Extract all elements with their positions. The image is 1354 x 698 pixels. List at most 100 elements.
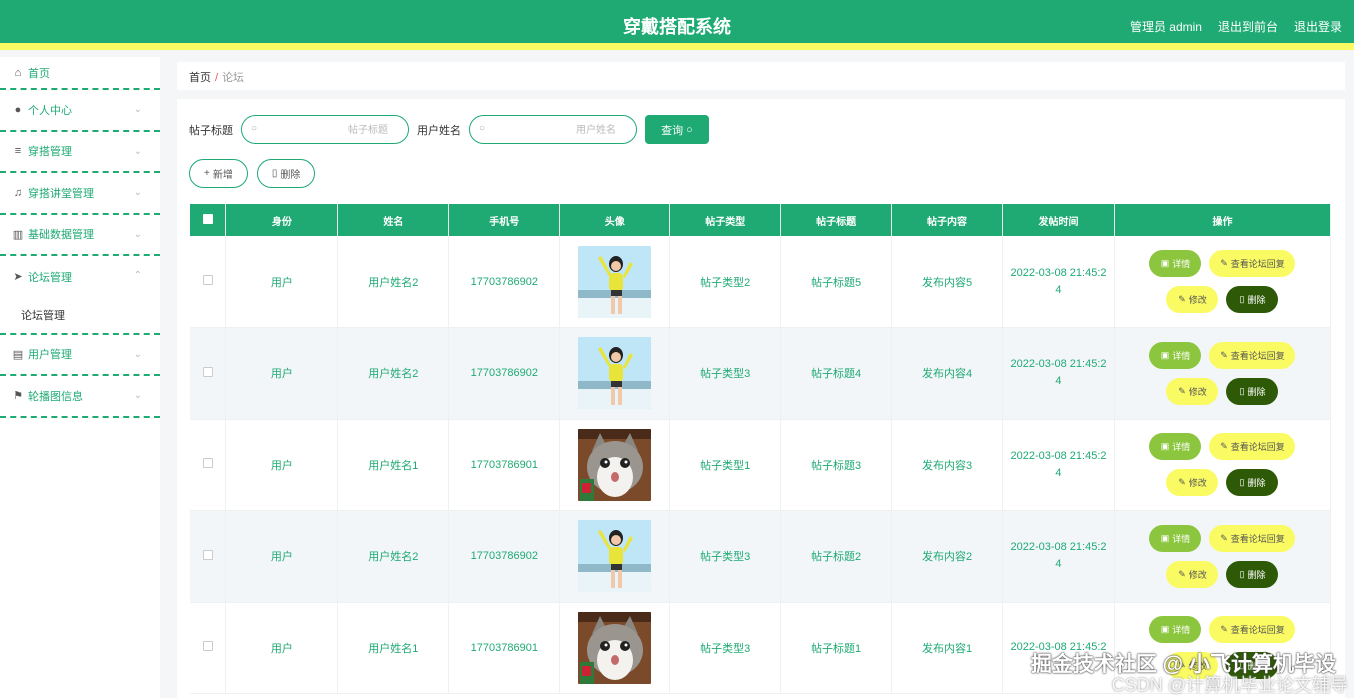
sidebar-item-outfit-lecture[interactable]: ♫ 穿搭讲堂管理 ⌄ [0,173,160,215]
view-reply-button[interactable]: ✎ 查看论坛回复 [1209,250,1296,277]
time-line-2: 4 [1055,558,1062,571]
cell-phone: 17703786902 [448,236,561,328]
breadcrumb: 首页 / 论坛 [177,62,1345,90]
girl-avatar-image[interactable] [578,245,652,318]
cat-avatar-image[interactable] [578,611,652,684]
row-checkbox-cell[interactable] [190,236,227,328]
detail-button[interactable]: ▣ 详情 [1149,433,1202,461]
name-search-input[interactable] [492,120,616,140]
girl-avatar-image[interactable] [578,520,652,593]
edit-button[interactable]: ✎ 修改 [1166,286,1219,313]
detail-button-label: 详情 [1172,625,1191,636]
row-checkbox[interactable] [202,641,213,652]
submenu-item-forum[interactable]: 论坛管理 [0,297,160,335]
home-icon: ⌂ [14,66,22,79]
row-checkbox[interactable] [202,275,213,285]
title-search-label: 帖子标题 [189,124,233,137]
cell-role: 用户 [225,602,339,694]
row-checkbox-cell[interactable] [190,602,227,694]
select-all-checkbox[interactable] [202,213,213,224]
cell-name: 用户姓名2 [337,327,450,420]
view-reply-button[interactable]: ✎ 查看论坛回复 [1209,433,1296,461]
delete-button[interactable]: ▯ 删除 [1226,560,1279,588]
cell-avatar [559,419,671,511]
cell-post-type: 帖子类型3 [669,602,782,694]
cell-post-content: 发布内容3 [891,419,1004,511]
cell-operations: ▣ 详情 ✎ 查看论坛回复 ✎ 修改 ▯ 删除 [1114,327,1332,420]
edit-button[interactable]: ✎ 修改 [1166,560,1219,588]
cell-post-content: 发布内容2 [891,510,1004,603]
logout-link[interactable]: 退出登录 [1294,18,1342,35]
exit-to-front-link[interactable]: 退出到前台 [1218,18,1278,35]
detail-button[interactable]: ▣ 详情 [1149,524,1202,552]
doc-icon: ▣ [1160,624,1170,635]
sidebar-item-label: 首页 [28,67,50,80]
table-header-row: 身份 姓名 手机号 头像 帖子类型 帖子标题 帖子内容 发帖时间 操作 [190,204,1332,236]
pencil-icon: ✎ [1220,532,1228,543]
detail-button-label: 详情 [1172,350,1191,361]
time-line-1: 2022-03-08 21:45:2 [1010,358,1107,371]
search-bar: 帖子标题 ○ 用户姓名 ○ 查询 ○ [189,115,709,144]
delete-button[interactable]: ▯ 删除 [1226,286,1279,313]
column-header-post-type: 帖子类型 [669,204,782,236]
sidebar-item-home[interactable]: ⌂ 首页 [0,57,160,90]
trash-icon: ▯ [1239,568,1245,579]
chevron-up-icon: ⌃ [133,270,142,281]
delete-button-label: 删除 [280,170,301,181]
batch-delete-button[interactable]: ▯ 删除 [256,159,316,188]
delete-button[interactable]: ▯ 删除 [1226,469,1279,497]
cell-operations: ▣ 详情 ✎ 查看论坛回复 ✎ 修改 ▯ 删除 [1114,236,1332,328]
view-reply-button[interactable]: ✎ 查看论坛回复 [1209,524,1296,552]
row-checkbox-cell[interactable] [190,419,227,511]
sidebar-item-forum-management[interactable]: ➤ 论坛管理 ⌃ [0,256,160,298]
cell-post-type: 帖子类型3 [669,510,782,603]
chevron-down-icon: ⌄ [133,228,142,240]
cell-post-title: 帖子标题5 [780,236,893,328]
row-checkbox[interactable] [202,366,213,377]
select-all-checkbox-cell[interactable] [190,204,227,236]
cell-post-time: 2022-03-08 21:45:2 4 [1002,510,1115,603]
view-reply-button-label: 查看论坛回复 [1230,625,1285,636]
cell-role: 用户 [225,510,339,603]
row-checkbox[interactable] [202,549,213,560]
row-checkbox[interactable] [202,458,213,469]
sidebar-item-outfit-management[interactable]: ≡ 穿搭管理 ⌄ [0,132,160,173]
delete-button-label: 删除 [1247,569,1266,580]
view-reply-button[interactable]: ✎ 查看论坛回复 [1209,341,1296,369]
sidebar-item-base-data[interactable]: ▥ 基础数据管理 ⌄ [0,215,160,256]
edit-button-label: 修改 [1188,569,1207,580]
edit-button[interactable]: ✎ 修改 [1166,377,1219,405]
sidebar-item-carousel[interactable]: ⚑ 轮播图信息 ⌄ [0,376,160,418]
cell-post-title: 帖子标题1 [780,602,893,694]
detail-button-label: 详情 [1172,259,1191,269]
sidebar-item-user-management[interactable]: ▤ 用户管理 ⌄ [0,335,160,376]
detail-button[interactable]: ▣ 详情 [1149,616,1202,644]
edit-button-label: 修改 [1188,295,1207,305]
column-header-operations: 操作 [1114,204,1332,236]
detail-button[interactable]: ▣ 详情 [1149,250,1202,277]
cell-post-type: 帖子类型1 [669,419,782,511]
delete-button[interactable]: ▯ 删除 [1226,377,1279,405]
top-header: 穿戴搭配系统 管理员 admin 退出到前台 退出登录 [0,0,1354,50]
query-button-label: 查询 [661,124,684,137]
query-button[interactable]: 查询 ○ [645,115,709,144]
edit-button[interactable]: ✎ 修改 [1166,469,1219,497]
row-checkbox-cell[interactable] [190,327,227,420]
title-search-input[interactable] [264,120,388,140]
view-reply-button[interactable]: ✎ 查看论坛回复 [1209,616,1296,644]
cell-name: 用户姓名2 [337,510,450,603]
cat-avatar-image[interactable] [578,428,652,501]
admin-user-label[interactable]: 管理员 admin [1130,18,1202,35]
title-search-box: ○ [241,115,409,144]
sidebar-item-personal-center[interactable]: ● 个人中心 ⌄ [0,90,160,132]
doc-icon: ▣ [1160,349,1170,360]
breadcrumb-separator: / [215,72,219,84]
sidebar-item-label: 穿搭管理 [28,146,72,159]
girl-avatar-image[interactable] [578,337,652,410]
add-button[interactable]: + 新增 [189,159,248,188]
row-checkbox-cell[interactable] [190,510,227,603]
cell-post-title: 帖子标题2 [780,510,893,603]
detail-button[interactable]: ▣ 详情 [1149,341,1202,369]
breadcrumb-home[interactable]: 首页 [189,72,211,84]
sidebar-item-label: 用户管理 [28,349,72,362]
